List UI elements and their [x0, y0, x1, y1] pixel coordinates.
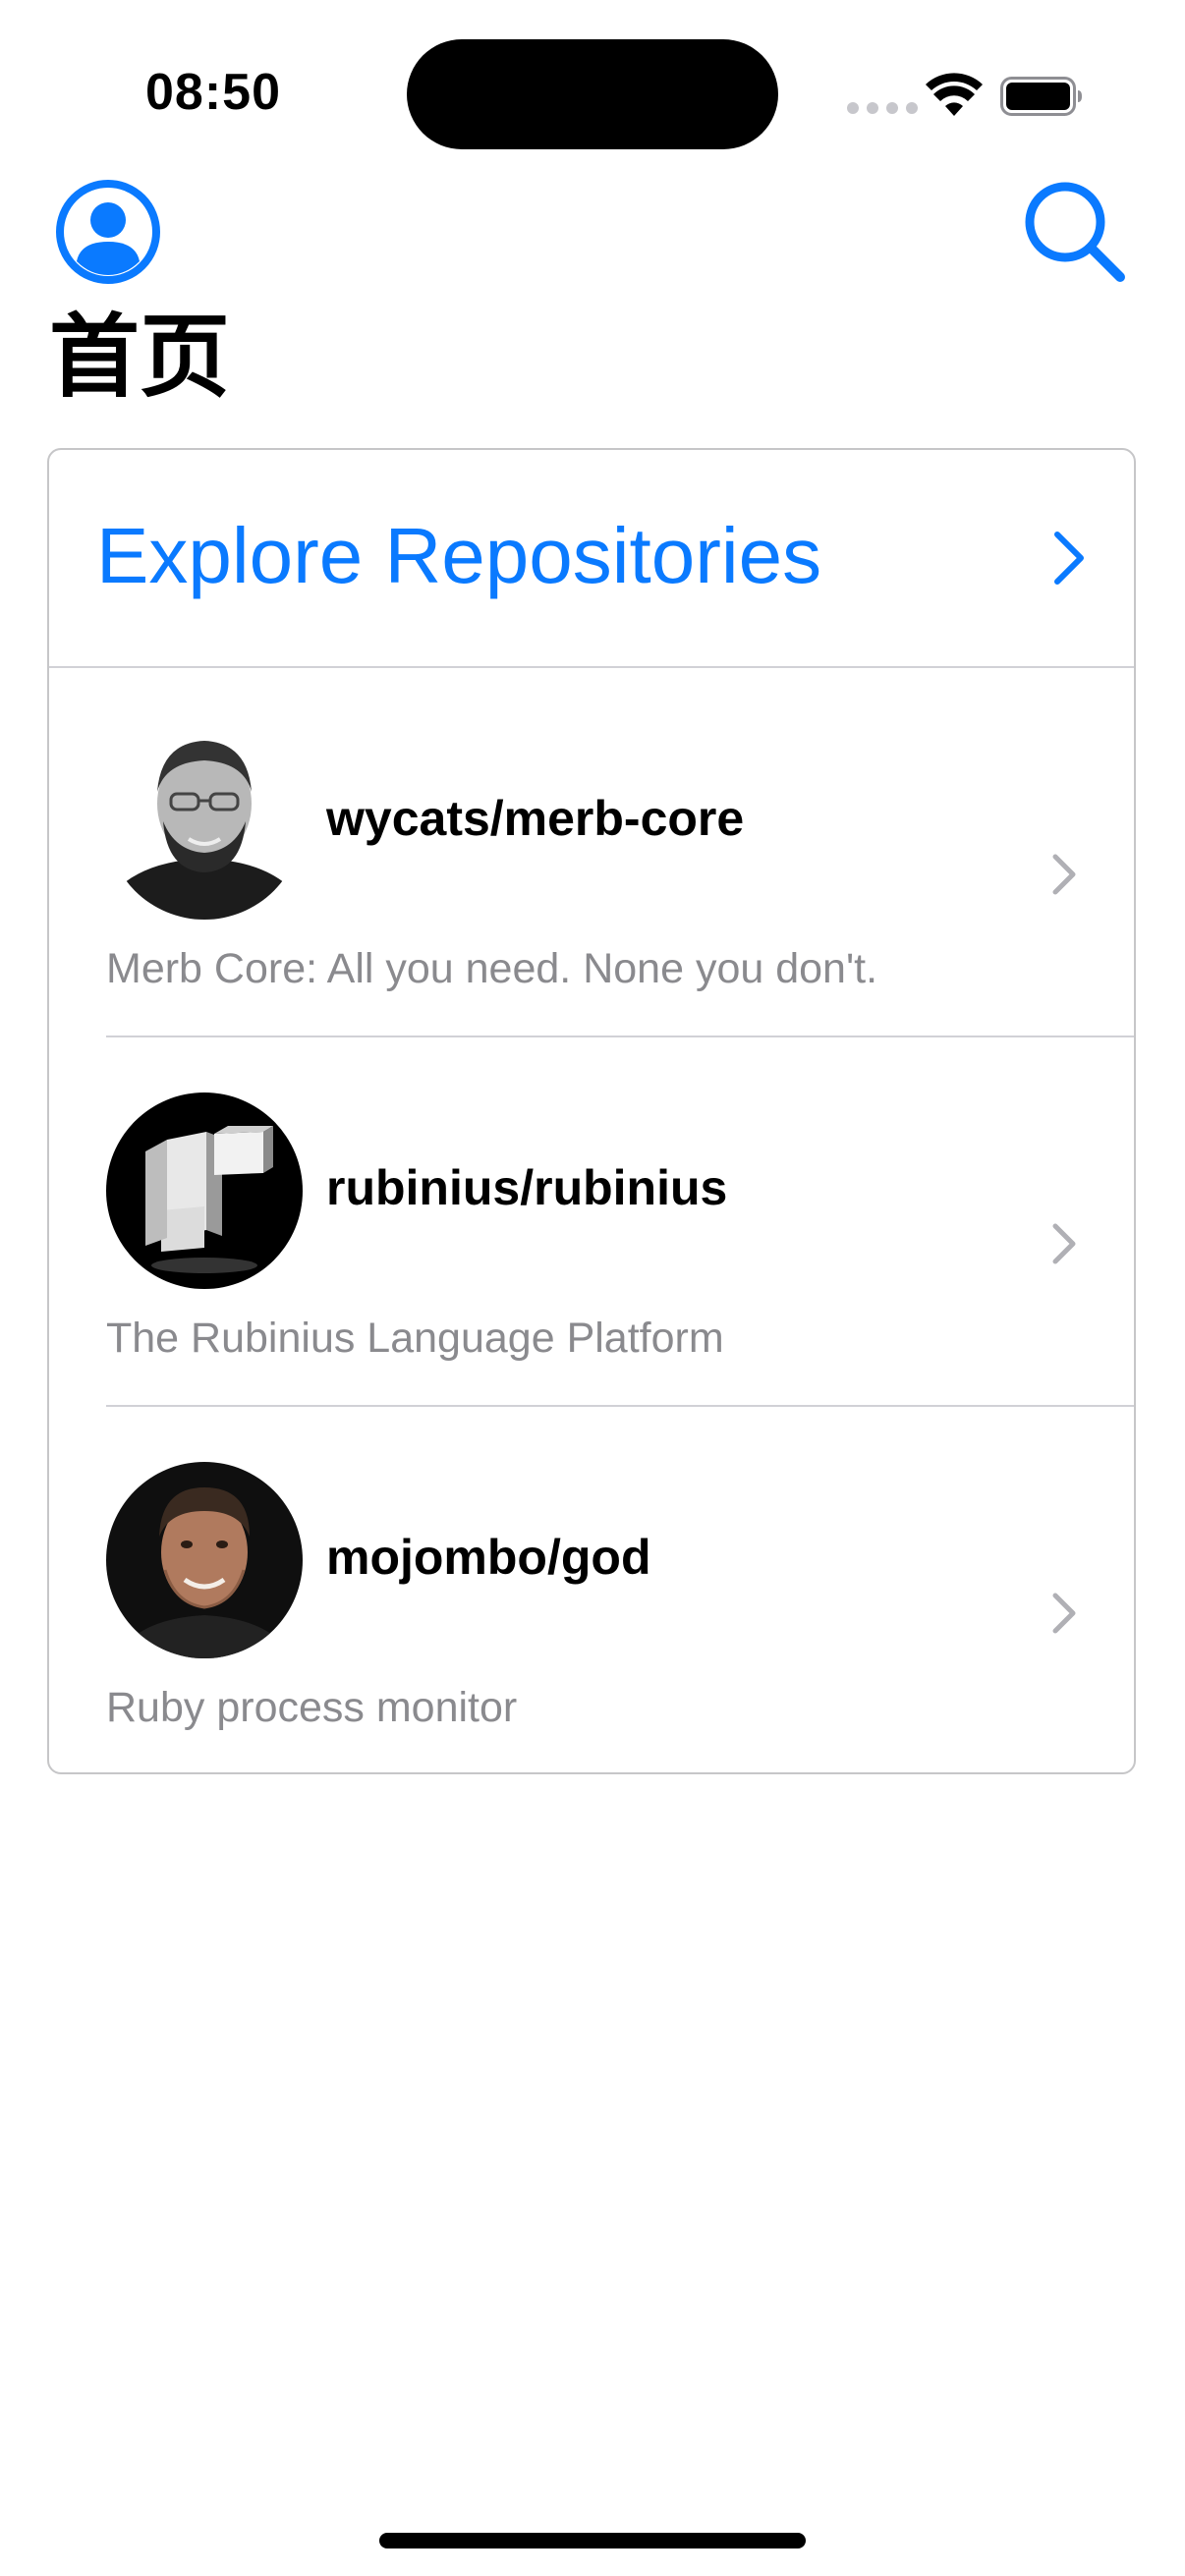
- magnifying-glass-icon: [1025, 182, 1125, 282]
- chevron-right-icon: [1052, 1223, 1076, 1264]
- dynamic-island: [407, 39, 778, 149]
- page-title: 首页: [49, 305, 231, 410]
- status-time: 08:50: [145, 64, 281, 121]
- chevron-right-icon: [1052, 854, 1076, 895]
- repo-row-god[interactable]: mojombo/god Ruby process monitor: [49, 1407, 1134, 1772]
- repo-name: mojombo/god: [326, 1530, 651, 1585]
- repo-name: wycats/merb-core: [326, 791, 745, 846]
- home-indicator[interactable]: [379, 2533, 806, 2548]
- avatar: [106, 723, 303, 920]
- chevron-right-icon: [1054, 532, 1084, 585]
- person-circle-icon: [56, 180, 160, 284]
- avatar: [106, 1462, 303, 1658]
- explore-repositories-label: Explore Repositories: [96, 512, 822, 599]
- battery-icon: [1000, 77, 1082, 116]
- repositories-card: Explore Repositories wycats/merb-core Me…: [47, 448, 1136, 1774]
- search-button[interactable]: [1022, 179, 1130, 287]
- cellular-signal-icon: [847, 102, 918, 114]
- profile-button[interactable]: [55, 179, 161, 285]
- repo-description: Merb Core: All you need. None you don't.: [106, 945, 878, 992]
- repo-description: The Rubinius Language Platform: [106, 1315, 724, 1362]
- repo-row-rubinius[interactable]: rubinius/rubinius The Rubinius Language …: [49, 1037, 1134, 1407]
- wifi-icon: [926, 73, 983, 116]
- avatar: [106, 1092, 303, 1289]
- repo-description: Ruby process monitor: [106, 1684, 518, 1731]
- repo-row-merb-core[interactable]: wycats/merb-core Merb Core: All you need…: [49, 668, 1134, 1037]
- repo-name: rubinius/rubinius: [326, 1160, 728, 1215]
- explore-repositories-row[interactable]: Explore Repositories: [49, 450, 1134, 668]
- chevron-right-icon: [1052, 1593, 1076, 1634]
